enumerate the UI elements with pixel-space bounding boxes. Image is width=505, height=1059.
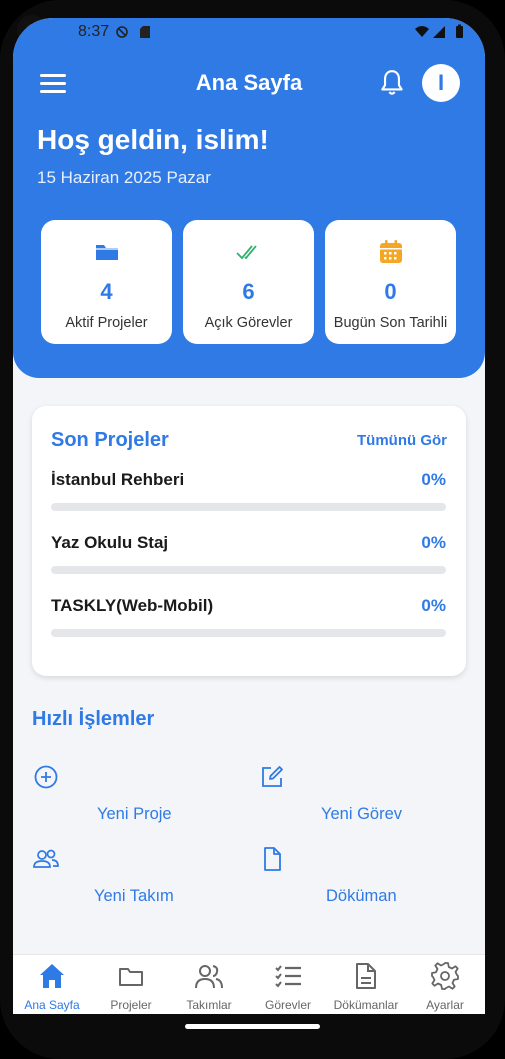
- stat-card-due-today[interactable]: 0 Bugün Son Tarihli: [325, 220, 456, 344]
- nav-label: Takımlar: [186, 998, 232, 1012]
- project-row[interactable]: İstanbul Rehberi 0%: [51, 470, 446, 511]
- document-icon: [264, 847, 281, 871]
- home-icon: [40, 964, 64, 988]
- project-row[interactable]: TASKLY(Web-Mobil) 0%: [51, 596, 446, 637]
- users-icon: [33, 849, 59, 868]
- stat-value: 0: [384, 279, 397, 304]
- progress-bar: [51, 503, 446, 511]
- signal-battery-icons: [415, 24, 463, 38]
- project-percent: 0%: [421, 470, 446, 489]
- stat-label: Açık Görevler: [204, 315, 293, 331]
- action-label: Yeni Görev: [321, 805, 403, 823]
- project-name: Yaz Okulu Staj: [51, 533, 169, 552]
- new-project-button[interactable]: Yeni Proje: [32, 763, 252, 833]
- nav-item-teams[interactable]: Takımlar: [170, 961, 248, 1012]
- screen: Ana Sayfa I Hoş geldin, islim! 15 Hazira…: [13, 18, 485, 1014]
- new-team-button[interactable]: Yeni Takım: [32, 845, 252, 915]
- stat-value: 6: [242, 279, 255, 304]
- project-name: TASKLY(Web-Mobil): [51, 596, 214, 615]
- stat-label: Bugün Son Tarihli: [333, 315, 448, 331]
- folder-icon: [119, 968, 143, 986]
- nav-label: Görevler: [264, 998, 311, 1012]
- project-row[interactable]: Yaz Okulu Staj 0%: [51, 533, 446, 574]
- nav-item-home[interactable]: Ana Sayfa: [13, 961, 91, 1012]
- team-icon: [195, 965, 223, 989]
- nav-label: Projeler: [110, 998, 152, 1012]
- action-label: Yeni Proje: [97, 805, 172, 823]
- bell-icon[interactable]: [379, 68, 405, 98]
- quick-actions-title: Hızlı İşlemler: [32, 708, 155, 730]
- document-button[interactable]: Döküman: [258, 845, 468, 915]
- tasks-icon: [275, 965, 301, 988]
- notification-icons: [116, 26, 150, 38]
- nav-label: Ayarlar: [426, 998, 464, 1012]
- recent-projects-card: Son Projeler Tümünü Gör İstanbul Rehberi…: [32, 406, 466, 676]
- header: Ana Sayfa I Hoş geldin, islim! 15 Hazira…: [13, 18, 485, 378]
- settings-icon: [431, 962, 459, 990]
- bottom-nav: Ana Sayfa Projeler Takımlar Görevler Dök…: [13, 954, 485, 1014]
- double-check-icon: [235, 245, 257, 260]
- calendar-icon: [379, 240, 402, 263]
- nav-item-projects[interactable]: Projeler: [92, 961, 170, 1012]
- folder-icon: [95, 245, 118, 260]
- nav-label: Ana Sayfa: [24, 998, 80, 1012]
- nav-item-tasks[interactable]: Görevler: [249, 961, 327, 1012]
- stat-label: Aktif Projeler: [65, 315, 148, 331]
- action-label: Yeni Takım: [94, 887, 174, 905]
- project-percent: 0%: [421, 533, 446, 552]
- nav-item-settings[interactable]: Ayarlar: [406, 961, 484, 1012]
- status-time: 8:37: [78, 23, 110, 40]
- edit-icon: [262, 766, 283, 787]
- stat-card-open-tasks[interactable]: 6 Açık Görevler: [183, 220, 314, 344]
- project-percent: 0%: [421, 596, 446, 615]
- stat-value: 4: [100, 279, 113, 304]
- progress-bar: [51, 629, 446, 637]
- home-indicator: [185, 1024, 320, 1029]
- page-title: Ana Sayfa: [195, 70, 303, 95]
- new-task-button[interactable]: Yeni Görev: [258, 763, 468, 833]
- greeting: Hoş geldin, islim!: [37, 124, 269, 155]
- section-title: Son Projeler: [51, 429, 169, 451]
- avatar[interactable]: I: [422, 64, 460, 102]
- progress-bar: [51, 566, 446, 574]
- plus-circle-icon: [34, 765, 58, 789]
- stat-card-active-projects[interactable]: 4 Aktif Projeler: [41, 220, 172, 344]
- see-all-link[interactable]: Tümünü Gör: [357, 432, 447, 449]
- project-name: İstanbul Rehberi: [51, 470, 185, 489]
- action-label: Döküman: [326, 887, 397, 905]
- date-label: 15 Haziran 2025 Pazar: [37, 168, 211, 187]
- nav-label: Dökümanlar: [333, 998, 399, 1012]
- file-icon: [356, 963, 376, 989]
- nav-item-documents[interactable]: Dökümanlar: [327, 961, 405, 1012]
